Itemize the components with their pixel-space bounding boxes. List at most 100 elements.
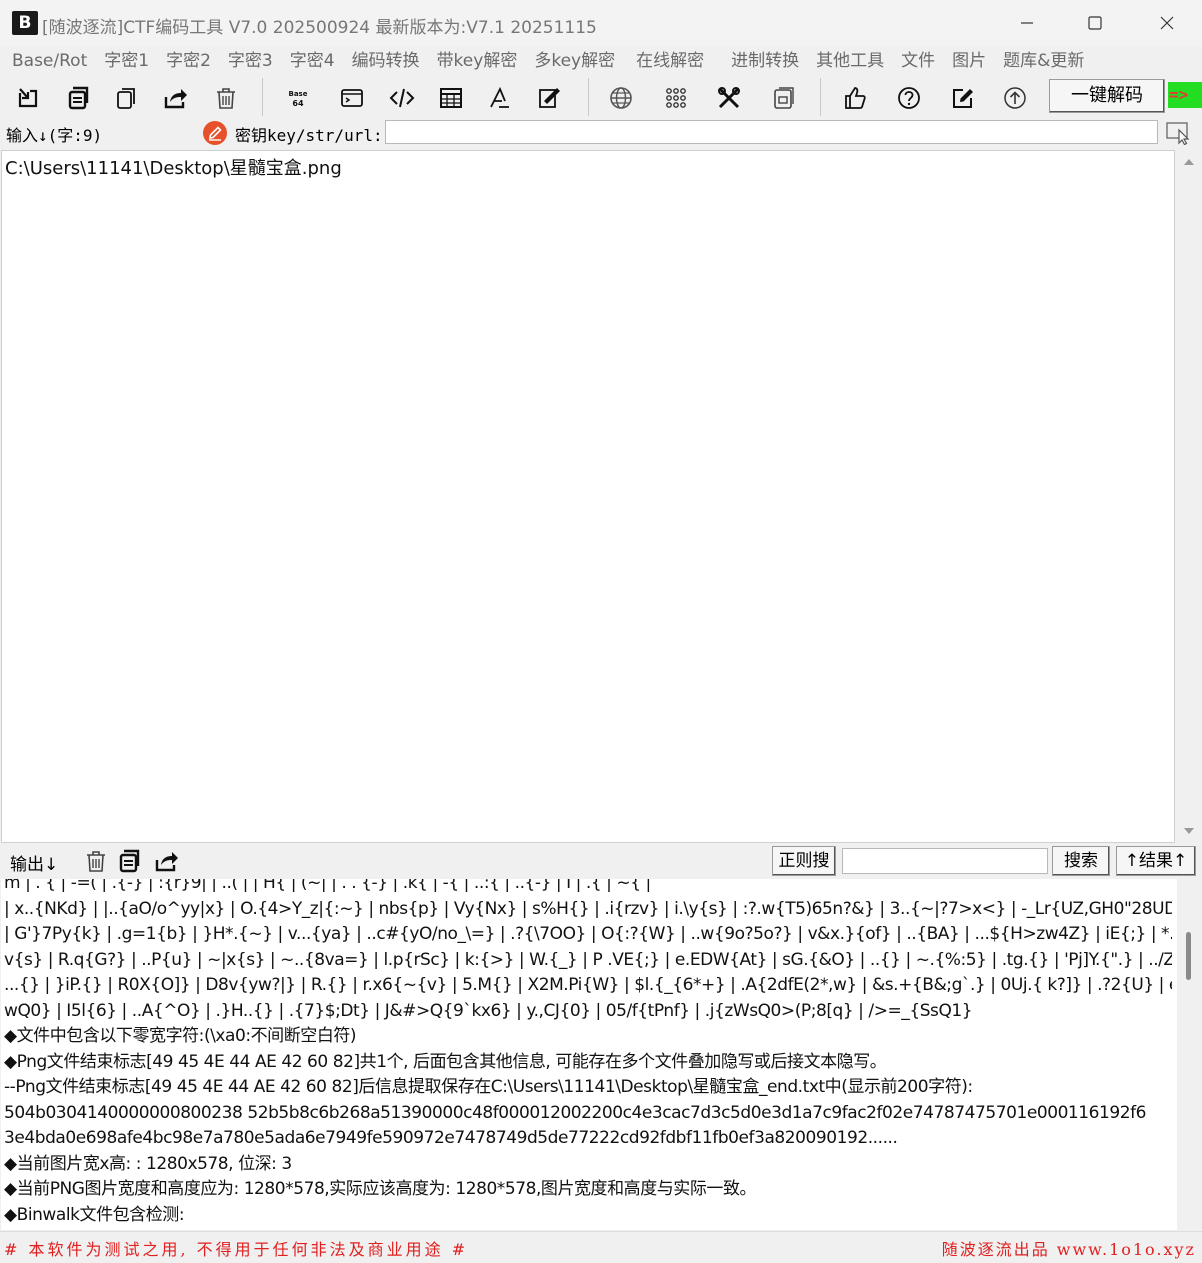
base64-button[interactable]: Base 64 — [282, 82, 314, 114]
update-button[interactable] — [999, 82, 1031, 114]
terminal-button[interactable] — [336, 82, 368, 114]
terminal-icon — [341, 89, 363, 107]
code-icon — [389, 88, 415, 108]
trash-icon — [87, 851, 105, 872]
copy-all-button[interactable] — [61, 82, 93, 114]
regex-search-button[interactable]: 正则搜 — [772, 846, 836, 876]
like-button[interactable] — [839, 82, 871, 114]
edit-note-button[interactable] — [534, 82, 566, 114]
output-line: ◆Png文件结束标志[49 45 4E 44 AE 42 60 82]共1个, … — [4, 1051, 887, 1072]
edit-note-icon — [539, 88, 560, 108]
grid-apps-button[interactable] — [660, 82, 692, 114]
output-textarea[interactable]: m | . { | -=( | .{-} | :{r}9| | ..( | | … — [1, 879, 1177, 1230]
menu-zimi4[interactable]: 字密4 — [282, 46, 344, 76]
maximize-icon — [1088, 16, 1102, 30]
menu-base-convert[interactable]: 进制转换 — [723, 46, 808, 76]
archive-button[interactable] — [767, 82, 799, 114]
output-line: ◆Binwalk文件包含检测: — [4, 1204, 185, 1225]
output-line: 3e4bda0e698afe4bc98e7a780e5ada6e7949fe59… — [4, 1128, 898, 1148]
edit-button[interactable] — [947, 82, 979, 114]
output-line: 504b0304140000000800238 52b5b8c6b268a513… — [4, 1102, 1147, 1123]
table-button[interactable] — [435, 82, 467, 114]
tools-icon — [718, 87, 740, 109]
maximize-button[interactable] — [1060, 0, 1130, 46]
menu-online-decrypt[interactable]: 在线解密 — [628, 46, 723, 76]
menu-encoding-convert[interactable]: 编码转换 — [344, 46, 429, 76]
import-icon — [18, 88, 38, 108]
menu-base-rot[interactable]: Base/Rot — [4, 46, 96, 76]
trash-icon — [217, 88, 235, 109]
import-button[interactable] — [12, 82, 44, 114]
disclaimer-text: # 本软件为测试之用, 不得用于任何非法及商业用途 # — [4, 1240, 469, 1259]
menu-multikey-decrypt[interactable]: 多key解密 — [526, 46, 628, 76]
clear-output-button[interactable] — [80, 845, 112, 877]
menu-zimi2[interactable]: 字密2 — [158, 46, 220, 76]
menu-zimi3[interactable]: 字密3 — [220, 46, 282, 76]
svg-text:64: 64 — [292, 99, 304, 108]
online-button[interactable] — [605, 82, 637, 114]
expand-arrow-button[interactable]: => — [1168, 82, 1202, 108]
thumbs-up-icon — [845, 87, 866, 109]
share-output-button[interactable] — [150, 845, 182, 877]
base64-icon: Base64 — [289, 90, 308, 108]
output-line: ...{} | }iP.{} | R0X{O]} | D8v{yw?|} | R… — [4, 975, 1172, 995]
close-button[interactable] — [1132, 0, 1202, 46]
toolbar-separator — [588, 78, 589, 116]
toolbar-separator — [262, 78, 263, 116]
author-credit[interactable]: 随波逐流出品 www.1o1o.xyz — [942, 1236, 1196, 1260]
search-button[interactable]: 搜索 — [1052, 846, 1110, 876]
toolbar-separator — [820, 78, 821, 116]
menu-questions-update[interactable]: 题库&更新 — [995, 46, 1093, 76]
select-cursor-button[interactable] — [1166, 121, 1192, 148]
help-button[interactable] — [893, 82, 925, 114]
search-input[interactable] — [842, 848, 1048, 874]
toolbar: Base 64 — [0, 76, 1202, 118]
clear-button[interactable] — [210, 82, 242, 114]
app-logo-icon: B — [12, 11, 38, 35]
output-scroll-thumb[interactable] — [1186, 932, 1191, 980]
output-line: ◆当前图片宽x高: : 1280x578, 位深: 3 — [4, 1153, 292, 1174]
help-icon — [898, 87, 920, 109]
cursor-select-icon — [1166, 122, 1190, 146]
grid-icon — [666, 88, 686, 108]
table-icon — [440, 88, 462, 108]
minimize-button[interactable] — [992, 0, 1062, 46]
copy-stack-icon — [68, 86, 89, 110]
close-icon — [1160, 16, 1174, 30]
pencil-square-icon — [953, 89, 973, 108]
share-button[interactable] — [159, 82, 191, 114]
menu-image[interactable]: 图片 — [944, 46, 995, 76]
documents-icon — [117, 88, 135, 109]
paste-button[interactable] — [110, 82, 142, 114]
key-label: 密钥key/str/url: — [235, 126, 383, 145]
share-icon — [164, 89, 187, 109]
key-input[interactable] — [385, 120, 1158, 144]
menu-bar: Base/Rot 字密1 字密2 字密3 字密4 编码转换 带key解密 多ke… — [0, 46, 1202, 76]
archive-icon — [774, 87, 794, 109]
window-title: [随波逐流]CTF编码工具 V7.0 202500924 最新版本为:V7.1 … — [42, 18, 597, 38]
font-button[interactable] — [484, 82, 516, 114]
output-line: | x..{NKd} | |..{aO/o^yy|x} | O.{4>Y_z|{… — [4, 898, 1172, 919]
output-line: ◆文件中包含以下零宽字符:(\xa0:不间断空白符) — [4, 1026, 357, 1046]
html-code-button[interactable] — [386, 82, 418, 114]
output-line: v{s} | R.q{G?} | ..P{u} | ~|x{s} | ~..{8… — [4, 949, 1172, 970]
tools-button[interactable] — [713, 82, 745, 114]
globe-icon — [610, 87, 632, 109]
menu-zimi1[interactable]: 字密1 — [96, 46, 158, 76]
key-edit-icon — [203, 121, 227, 145]
upload-icon — [1004, 87, 1026, 109]
font-icon — [490, 86, 509, 108]
menu-other-tools[interactable]: 其他工具 — [808, 46, 893, 76]
share-icon — [155, 852, 178, 872]
input-textarea[interactable]: C:\Users\11141\Desktop\星髓宝盒.png — [1, 150, 1175, 843]
svg-text:Base: Base — [289, 90, 308, 98]
input-scrollbar[interactable] — [1177, 150, 1200, 843]
result-button[interactable]: ↑结果↑ — [1116, 846, 1196, 876]
output-line: ◆当前PNG图片宽度和高度应为: 1280*578,实际应该高度为: 1280*… — [4, 1179, 757, 1199]
output-label: 输出↓ — [10, 855, 59, 875]
one-key-decode-button[interactable]: 一键解码 — [1049, 79, 1165, 113]
menu-file[interactable]: 文件 — [893, 46, 944, 76]
menu-key-decrypt[interactable]: 带key解密 — [429, 46, 527, 76]
copy-output-button[interactable] — [113, 845, 145, 877]
copy-stack-icon — [119, 849, 140, 873]
